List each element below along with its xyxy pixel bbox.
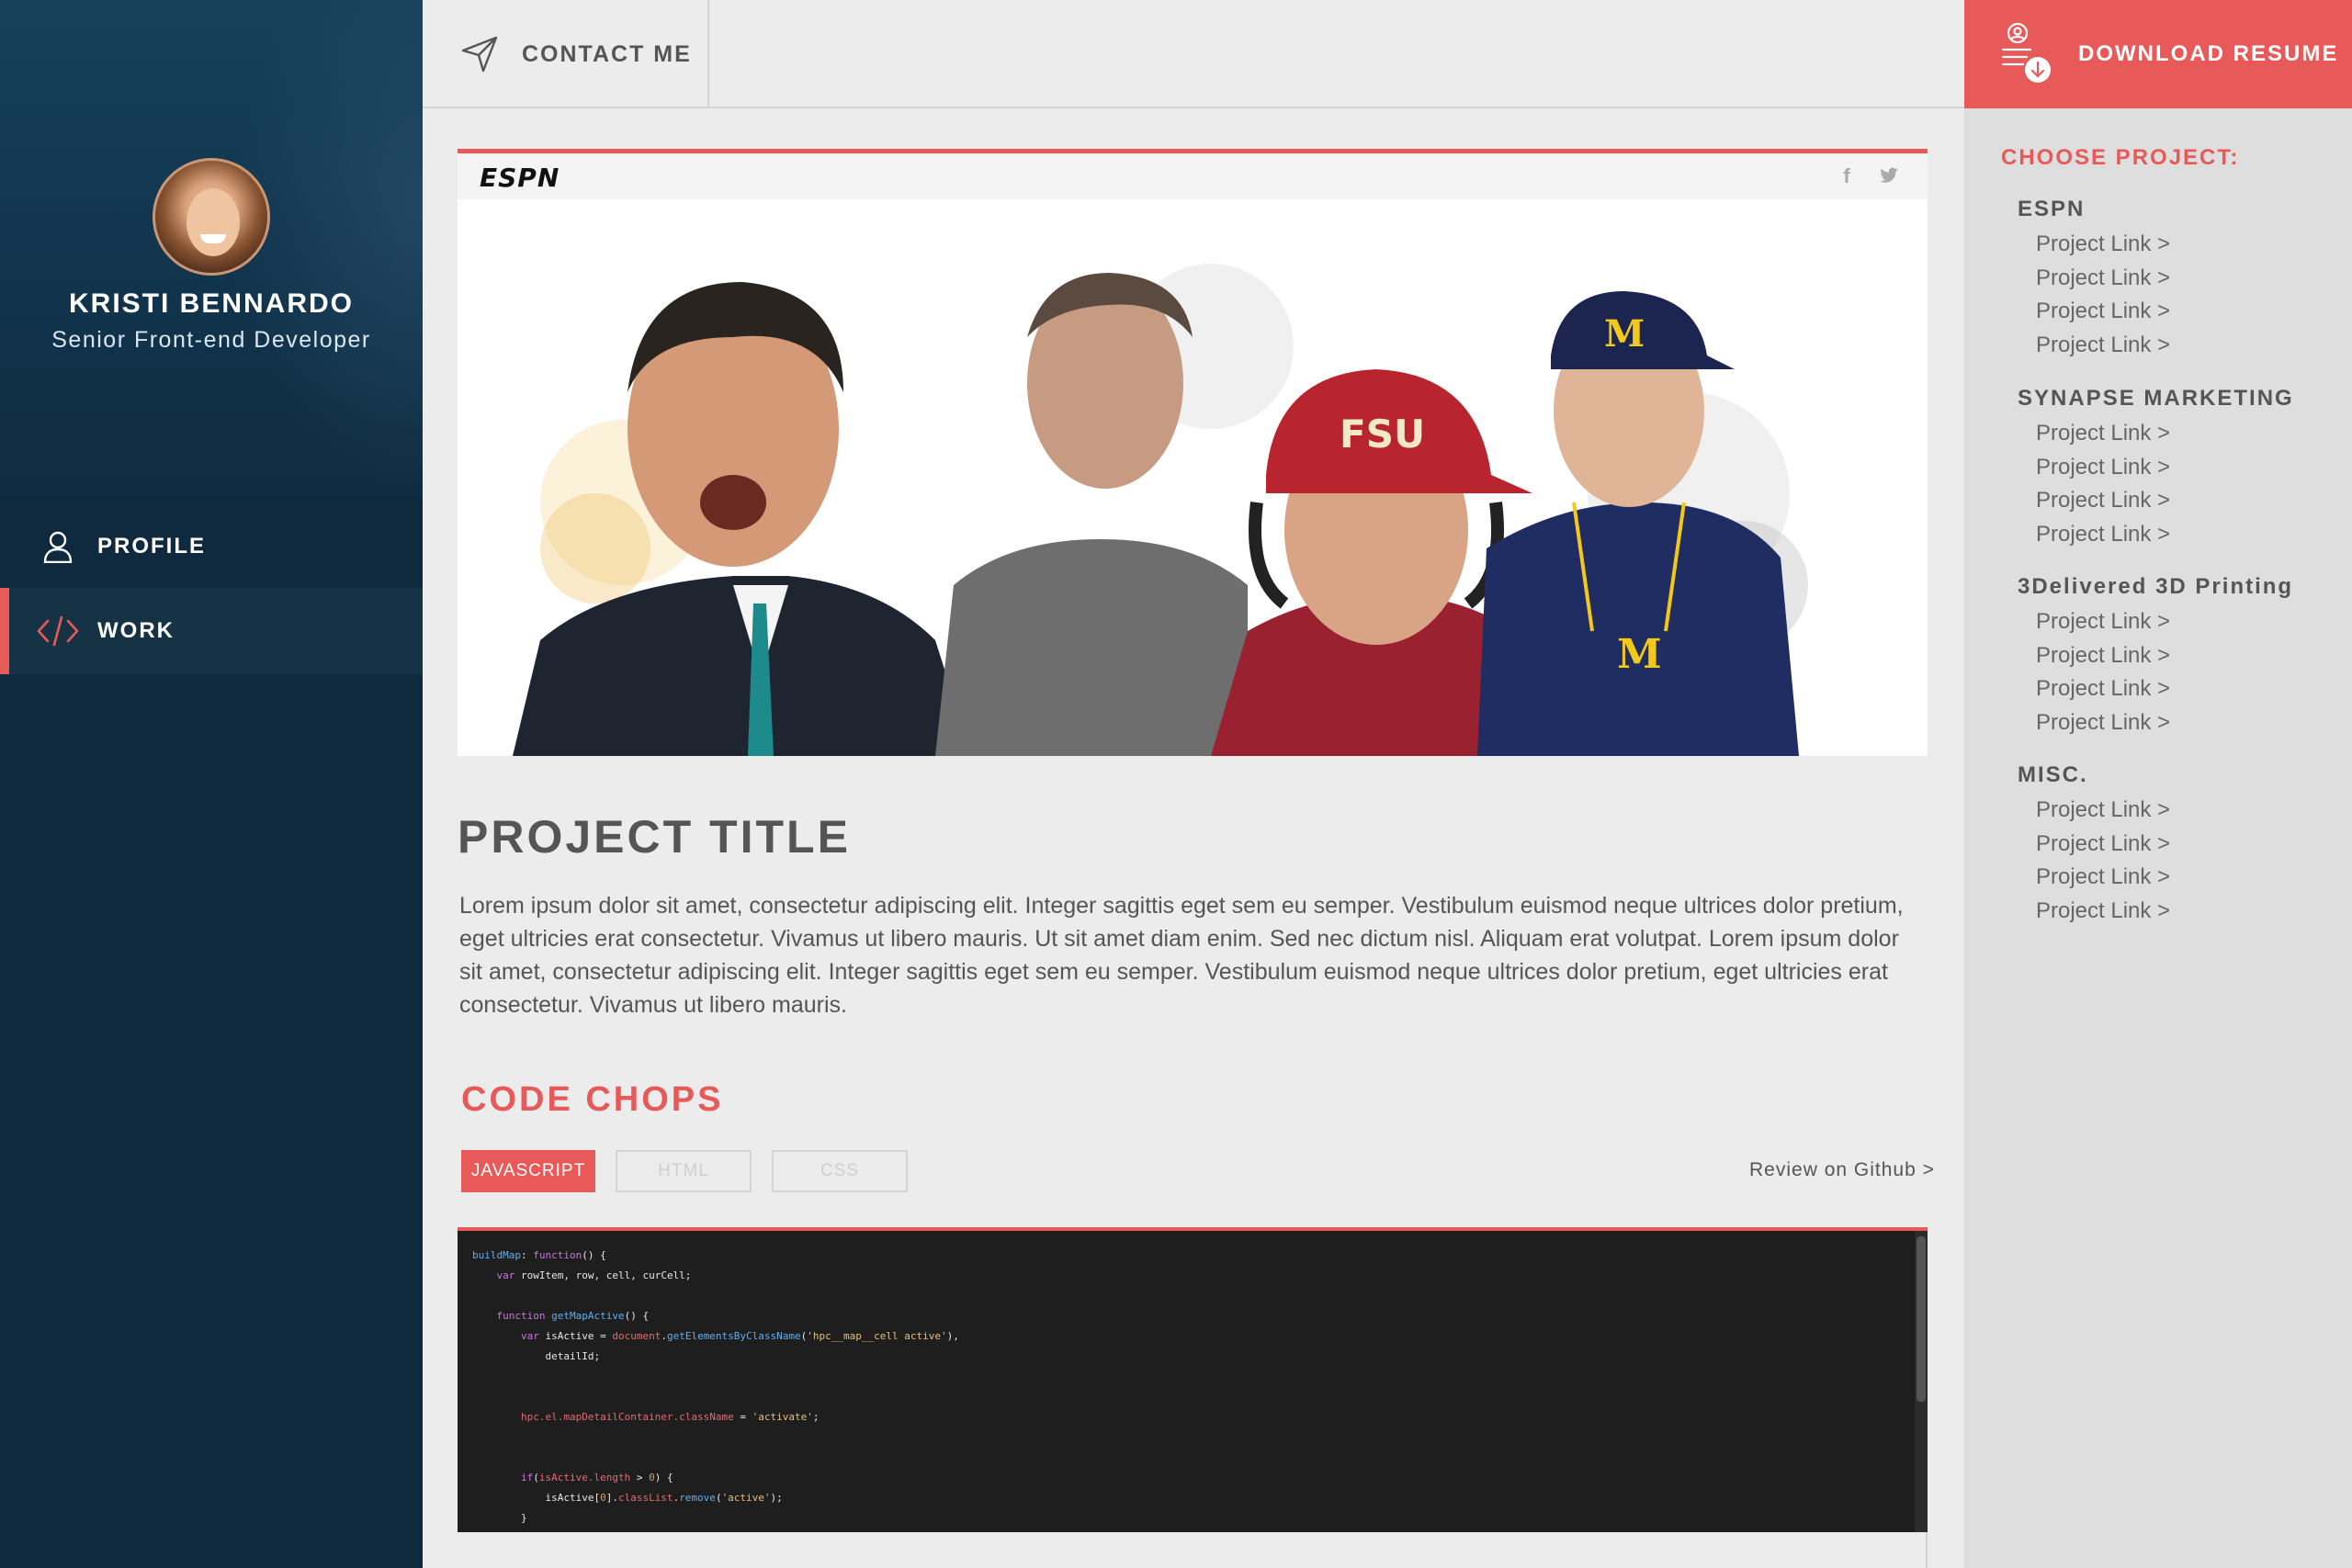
project-link[interactable]: Project Link > [2036, 455, 2170, 480]
project-group-3delivered: 3Delivered 3D Printing [2018, 574, 2294, 599]
download-resume-button[interactable]: DOWNLOAD RESUME [1964, 0, 2352, 108]
project-hero-card: ESPN f FSU M M [458, 149, 1928, 756]
project-link[interactable]: Project Link > [2036, 299, 2170, 324]
project-link[interactable]: Project Link > [2036, 797, 2170, 823]
active-indicator [0, 588, 9, 674]
sidebar: KRISTI BENNARDO Senior Front-end Develop… [0, 0, 423, 1568]
project-link[interactable]: Project Link > [2036, 421, 2170, 446]
code-scrollbar-thumb[interactable] [1917, 1236, 1926, 1402]
contact-me-button[interactable]: CONTACT ME [423, 0, 709, 108]
code-chops-title: CODE CHOPS [461, 1080, 724, 1119]
resume-download-icon [1999, 22, 2056, 86]
tab-css[interactable]: CSS [772, 1150, 908, 1192]
svg-text:FSU: FSU [1340, 412, 1425, 457]
project-link[interactable]: Project Link > [2036, 831, 2170, 857]
nav-label-profile: PROFILE [97, 534, 207, 558]
send-icon [459, 34, 500, 74]
project-hero-image: FSU M M [458, 199, 1928, 756]
nav-item-profile[interactable]: PROFILE [0, 503, 423, 590]
top-bar: CONTACT ME [423, 0, 1964, 108]
nav-item-work[interactable]: WORK [0, 588, 423, 674]
choose-project-title: CHOOSE PROJECT: [2001, 145, 2240, 170]
code-snippet: buildMap: function() { var rowItem, row,… [472, 1249, 959, 1524]
project-link[interactable]: Project Link > [2036, 898, 2170, 924]
project-link[interactable]: Project Link > [2036, 710, 2170, 736]
project-link[interactable]: Project Link > [2036, 488, 2170, 513]
sidebar-hero: KRISTI BENNARDO Senior Front-end Develop… [0, 0, 423, 496]
svg-text:M: M [1617, 631, 1662, 678]
code-scrollbar[interactable] [1915, 1231, 1928, 1532]
hero-header-bar: ESPN f [458, 153, 1928, 199]
project-group-synapse: SYNAPSE MARKETING [2018, 386, 2294, 411]
facebook-icon[interactable]: f [1836, 164, 1858, 187]
project-description: Lorem ipsum dolor sit amet, consectetur … [459, 893, 1904, 1018]
project-link[interactable]: Project Link > [2036, 231, 2170, 257]
project-link[interactable]: Project Link > [2036, 643, 2170, 669]
project-link[interactable]: Project Link > [2036, 676, 2170, 702]
project-group-espn: ESPN [2018, 197, 2086, 221]
nav-label-work: WORK [97, 618, 175, 643]
project-link[interactable]: Project Link > [2036, 265, 2170, 291]
espn-logo: ESPN [480, 163, 560, 193]
project-link[interactable]: Project Link > [2036, 864, 2170, 890]
avatar [153, 158, 270, 276]
project-title: PROJECT TITLE [458, 811, 851, 863]
project-link[interactable]: Project Link > [2036, 522, 2170, 547]
user-role: Senior Front-end Developer [51, 327, 371, 353]
tab-html[interactable]: HTML [616, 1150, 752, 1192]
code-icon [35, 608, 81, 654]
project-link[interactable]: Project Link > [2036, 333, 2170, 358]
project-link[interactable]: Project Link > [2036, 609, 2170, 635]
download-resume-label: DOWNLOAD RESUME [2078, 41, 2339, 66]
code-snippet-panel[interactable]: buildMap: function() { var rowItem, row,… [458, 1227, 1928, 1532]
project-group-misc: MISC. [2018, 762, 2088, 787]
contact-me-label: CONTACT ME [522, 40, 692, 67]
user-name: KRISTI BENNARDO [68, 288, 354, 319]
twitter-icon[interactable] [1878, 164, 1900, 186]
user-icon [35, 524, 81, 570]
review-on-github-link[interactable]: Review on Github > [1749, 1159, 1935, 1181]
project-chooser: CHOOSE PROJECT: ESPN Project Link > Proj… [1964, 108, 2352, 1568]
tab-javascript[interactable]: JAVASCRIPT [461, 1150, 595, 1192]
svg-text:M: M [1604, 312, 1645, 355]
